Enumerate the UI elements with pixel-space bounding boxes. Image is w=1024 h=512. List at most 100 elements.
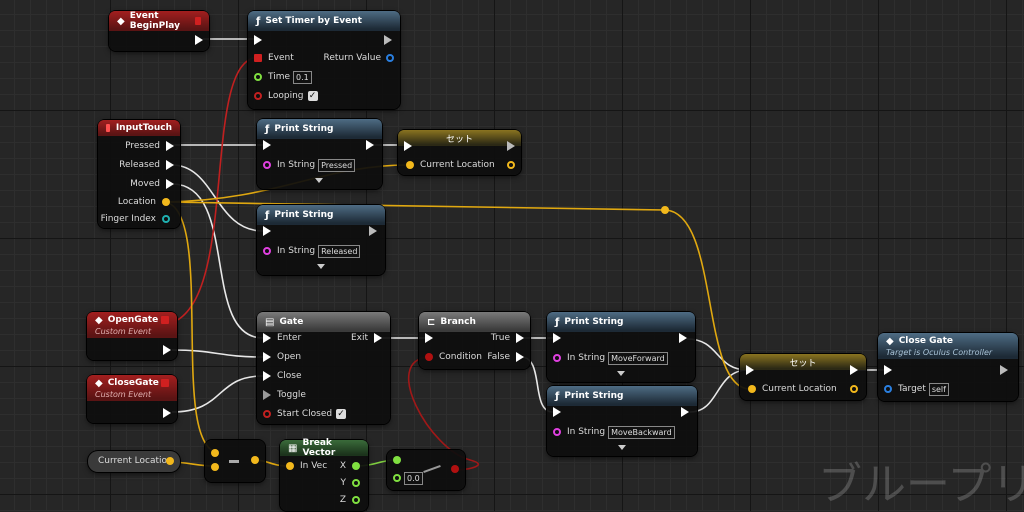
close-gate-call-node[interactable]: ◆ Close Gate Target is Oculus Controller …	[878, 333, 1018, 401]
time-value-field[interactable]: 0.1	[293, 70, 312, 84]
exec-out-pin[interactable]	[163, 408, 171, 418]
current-location-in-pin[interactable]	[748, 385, 756, 393]
break-vector-title: Break Vector	[302, 438, 336, 458]
exit-exec-pin[interactable]	[374, 333, 382, 343]
expand-arrow-icon[interactable]	[317, 264, 325, 269]
in-string-field[interactable]: MoveForward	[608, 351, 668, 365]
looping-checkbox[interactable]: ✓	[307, 91, 318, 101]
pressed-exec-pin[interactable]	[166, 141, 174, 151]
released-exec-pin[interactable]	[166, 160, 174, 170]
in-string-field[interactable]: Pressed	[318, 158, 356, 172]
print-string-pressed-node[interactable]: ƒ Print String In String Pressed	[257, 119, 382, 189]
current-location-in-pin[interactable]	[406, 161, 414, 169]
compare-b-pin[interactable]	[393, 474, 401, 482]
exec-out-pin[interactable]	[366, 140, 374, 150]
delegate-pin[interactable]	[161, 379, 169, 387]
set-current-location-bottom-node[interactable]: セット Current Location	[740, 354, 866, 400]
false-exec-pin[interactable]	[516, 352, 524, 362]
exec-in-pin[interactable]	[553, 333, 561, 343]
current-location-label: Current Location	[762, 384, 837, 394]
exec-out-pin[interactable]	[1000, 365, 1008, 375]
delegate-pin[interactable]	[194, 17, 201, 25]
z-pin[interactable]	[352, 496, 360, 504]
start-closed-checkbox[interactable]: ✓	[336, 409, 347, 419]
print-string-forward-node[interactable]: ƒ Print String In String MoveForward	[547, 312, 695, 382]
exec-out-pin[interactable]	[384, 35, 392, 45]
print-string-backward-node[interactable]: ƒ Print String In String MoveBackward	[547, 386, 697, 456]
branch-node[interactable]: ⊏ Branch True Condition False	[419, 312, 530, 369]
location-pin[interactable]	[162, 198, 170, 206]
exec-in-pin[interactable]	[404, 141, 412, 151]
in-string-pin[interactable]	[263, 247, 271, 255]
exec-out-pin[interactable]	[507, 141, 515, 151]
subtract-a-pin[interactable]	[211, 449, 219, 457]
delegate-pin[interactable]	[161, 316, 169, 324]
set-header: セット	[398, 130, 521, 146]
finger-index-pin[interactable]	[162, 215, 170, 223]
exec-out-pin[interactable]	[679, 333, 687, 343]
true-exec-pin[interactable]	[516, 333, 524, 343]
exec-in-pin[interactable]	[746, 365, 754, 375]
target-pin[interactable]	[884, 385, 892, 393]
exec-in-pin[interactable]	[553, 407, 561, 417]
exec-in-pin[interactable]	[263, 226, 271, 236]
gate-node[interactable]: ▤ Gate Enter Exit Open Close Toggle Star…	[257, 312, 390, 424]
in-vec-pin[interactable]	[286, 462, 294, 470]
in-string-field[interactable]: Released	[318, 244, 361, 258]
expand-arrow-icon[interactable]	[315, 178, 323, 183]
print-string-released-node[interactable]: ƒ Print String In String Released	[257, 205, 385, 275]
event-beginplay-node[interactable]: ◆ Event BeginPlay	[109, 11, 209, 51]
compare-value-field[interactable]: 0.0	[404, 471, 423, 485]
exec-in-pin[interactable]	[425, 333, 433, 343]
in-string-pin[interactable]	[553, 428, 561, 436]
print-string-title: Print String	[564, 317, 624, 327]
exec-in-pin[interactable]	[263, 140, 271, 150]
set-timer-node[interactable]: ƒ Set Timer by Event Event Return Value …	[248, 11, 400, 109]
target-field[interactable]: self	[928, 382, 949, 396]
expand-arrow-icon[interactable]	[618, 445, 626, 450]
event-delegate-pin[interactable]	[254, 54, 262, 62]
toggle-exec-pin[interactable]	[263, 390, 271, 400]
looping-pin[interactable]	[254, 92, 262, 100]
current-location-out-pin[interactable]	[850, 385, 858, 393]
compare-out-pin[interactable]	[451, 465, 459, 473]
x-pin[interactable]	[352, 462, 360, 470]
subtract-out-pin[interactable]	[251, 456, 259, 464]
in-string-pin[interactable]	[553, 354, 561, 362]
condition-pin[interactable]	[425, 353, 433, 361]
moved-exec-pin[interactable]	[166, 179, 174, 189]
vector-subtract-node[interactable]	[205, 440, 265, 482]
exec-out-pin[interactable]	[850, 365, 858, 375]
true-label: True	[490, 333, 510, 343]
moved-label: Moved	[130, 179, 160, 189]
in-string-field[interactable]: MoveBackward	[608, 425, 675, 439]
opengate-event-node[interactable]: ◆ OpenGate Custom Event	[87, 312, 177, 360]
input-touch-node[interactable]: InputTouch Pressed Released Moved Locati…	[98, 120, 180, 228]
start-closed-pin[interactable]	[263, 410, 271, 418]
y-pin[interactable]	[352, 479, 360, 487]
time-pin[interactable]	[254, 73, 262, 81]
close-exec-pin[interactable]	[263, 371, 271, 381]
current-location-get-pin[interactable]	[166, 457, 174, 465]
compare-a-pin[interactable]	[393, 456, 401, 464]
closegate-event-node[interactable]: ◆ CloseGate Custom Event	[87, 375, 177, 423]
set-current-location-top-node[interactable]: セット Current Location	[398, 130, 521, 175]
open-exec-pin[interactable]	[263, 352, 271, 362]
subtract-b-pin[interactable]	[211, 463, 219, 471]
exec-out-pin[interactable]	[195, 35, 203, 45]
exec-out-pin[interactable]	[369, 226, 377, 236]
in-string-pin[interactable]	[263, 161, 271, 169]
current-location-out-pin[interactable]	[507, 161, 515, 169]
current-location-get-node[interactable]: Current Location	[88, 451, 180, 472]
compare-float-node[interactable]: 0.0	[387, 450, 465, 490]
return-value-pin[interactable]	[386, 54, 394, 62]
exec-in-pin[interactable]	[254, 35, 262, 45]
close-gate-call-title: Close Gate	[898, 336, 954, 346]
blueprint-graph-canvas[interactable]: ◆ Event BeginPlay ƒ Set Timer by Event E…	[0, 0, 1024, 511]
break-vector-node[interactable]: ▦ Break Vector In Vec X Y Z	[280, 438, 368, 511]
enter-exec-pin[interactable]	[263, 333, 271, 343]
expand-arrow-icon[interactable]	[617, 371, 625, 376]
exec-out-pin[interactable]	[681, 407, 689, 417]
exec-out-pin[interactable]	[163, 345, 171, 355]
exec-in-pin[interactable]	[884, 365, 892, 375]
